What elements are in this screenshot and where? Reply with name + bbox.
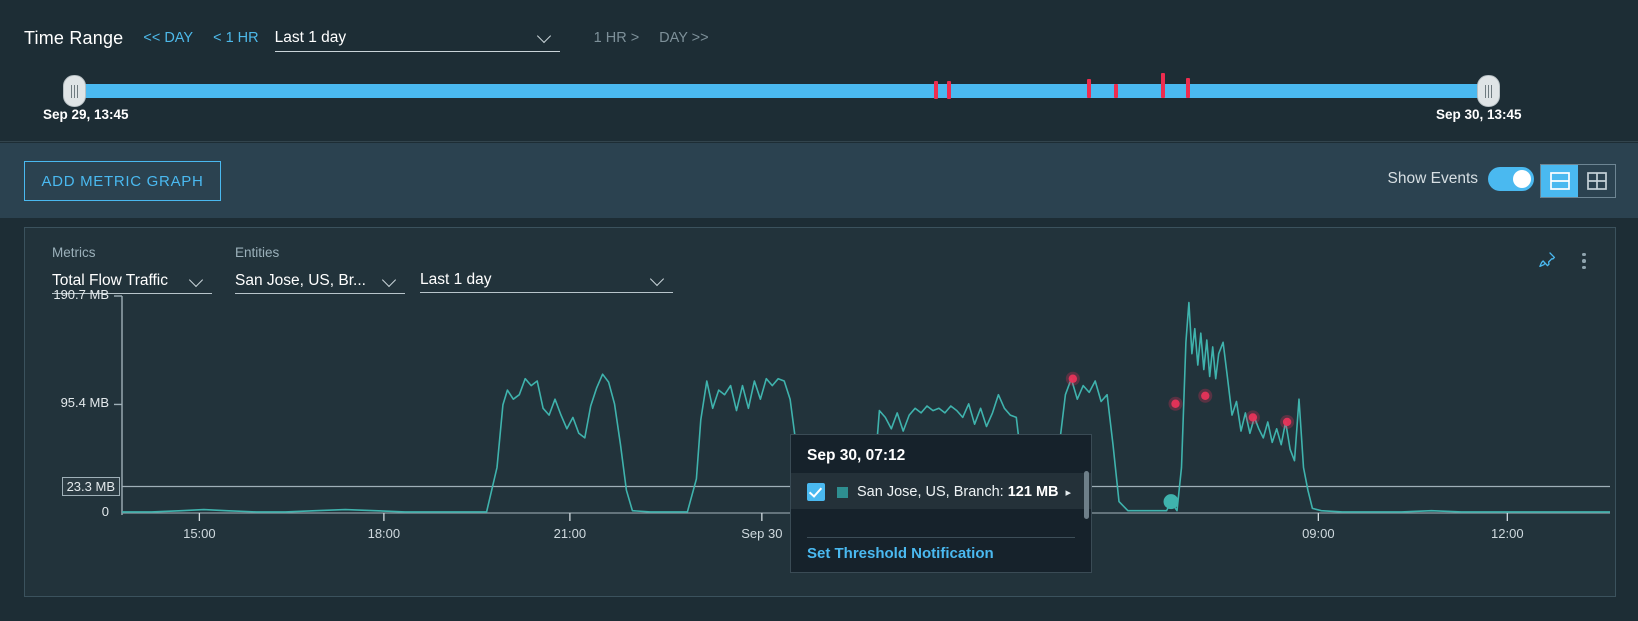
slider-handle-start[interactable]	[63, 75, 86, 107]
show-events-toggle[interactable]	[1488, 167, 1534, 191]
x-axis-label: 18:00	[367, 526, 401, 541]
entities-control: Entities San Jose, US, Br...	[235, 245, 405, 294]
anomaly-point	[1068, 374, 1078, 383]
graph-toolbar: ADD METRIC GRAPH Show Events	[0, 143, 1638, 218]
y-axis-label: 95.4 MB	[60, 395, 109, 411]
anomaly-point	[1248, 413, 1258, 422]
tooltip-series-swatch	[837, 486, 848, 498]
slider-event-marker[interactable]	[1160, 73, 1165, 98]
slider-event-marker[interactable]	[1087, 79, 1092, 98]
prev-hour-button[interactable]: < 1 HR	[213, 30, 259, 46]
time-range-slider[interactable]	[63, 73, 1500, 107]
next-day-button[interactable]: DAY >>	[659, 30, 708, 46]
tooltip-divider	[807, 537, 1075, 538]
tooltip-timestamp: Sep 30, 07:12	[807, 447, 906, 464]
chevron-down-icon	[191, 275, 204, 283]
layout-switcher	[1540, 164, 1616, 198]
chevron-down-icon	[652, 274, 665, 282]
time-range-header: Time Range << DAY < 1 HR Last 1 day 1 HR…	[0, 0, 1638, 142]
y-axis-label: 0	[101, 504, 109, 519]
anomaly-point	[1171, 399, 1180, 408]
prev-day-button[interactable]: << DAY	[143, 30, 193, 46]
entities-label: Entities	[235, 245, 280, 260]
time-range-controls: Time Range << DAY < 1 HR Last 1 day 1 HR…	[24, 24, 709, 52]
time-range-select[interactable]: Last 1 day	[274, 24, 560, 52]
chart-tooltip: Sep 30, 07:12 San Jose, US, Branch: 121 …	[790, 434, 1092, 573]
next-hour-button[interactable]: 1 HR >	[594, 30, 640, 46]
entities-select-value: San Jose, US, Br...	[235, 271, 366, 289]
pin-icon[interactable]	[1537, 250, 1557, 275]
page-bottom-strip	[0, 600, 1638, 621]
expand-caret-icon[interactable]: ▸	[1066, 486, 1072, 499]
slider-event-marker[interactable]	[934, 81, 939, 99]
set-threshold-notification-link[interactable]: Set Threshold Notification	[807, 545, 994, 562]
x-axis-label: 15:00	[183, 526, 216, 541]
tooltip-series-checkbox[interactable]	[807, 483, 825, 501]
slider-event-marker[interactable]	[1114, 84, 1119, 98]
time-range-title: Time Range	[24, 27, 124, 48]
slider-handle-end[interactable]	[1477, 75, 1500, 107]
kebab-menu-icon[interactable]	[1575, 248, 1593, 274]
x-axis-label: Sep 30	[741, 526, 783, 541]
y-axis-label: 190.7 MB	[53, 287, 109, 302]
threshold-value-label: 23.3 MB	[61, 477, 120, 497]
anomaly-point	[1282, 417, 1292, 427]
tooltip-series-value: 121 MB	[1007, 484, 1059, 500]
chevron-down-icon	[539, 31, 552, 39]
slider-track[interactable]	[74, 84, 1489, 98]
show-events-label: Show Events	[1387, 170, 1478, 187]
single-pane-layout-button[interactable]	[1541, 165, 1578, 197]
single-pane-icon	[1549, 172, 1570, 190]
pin-glyph	[1539, 252, 1556, 268]
toggle-knob	[1513, 170, 1531, 188]
metrics-label: Metrics	[52, 245, 96, 260]
add-metric-graph-button[interactable]: ADD METRIC GRAPH	[24, 161, 221, 201]
grid-layout-icon	[1586, 172, 1607, 190]
anomaly-point	[1201, 391, 1210, 400]
slider-event-marker[interactable]	[1186, 78, 1191, 98]
tooltip-separator: :	[999, 484, 1004, 500]
hover-point	[1163, 494, 1179, 510]
x-axis-label: 09:00	[1302, 526, 1335, 541]
slider-end-label: Sep 30, 13:45	[1436, 107, 1522, 122]
x-axis-label: 12:00	[1491, 526, 1524, 541]
grid-layout-button[interactable]	[1578, 165, 1615, 197]
tooltip-scrollbar[interactable]	[1084, 471, 1089, 519]
x-axis-label: 21:00	[553, 526, 587, 541]
time-range-select-value: Last 1 day	[274, 28, 347, 46]
metric-dashboard: Time Range << DAY < 1 HR Last 1 day 1 HR…	[0, 0, 1638, 621]
tooltip-series-name: San Jose, US, Branch	[857, 484, 1000, 500]
graph-range-select-value: Last 1 day	[420, 270, 492, 288]
tooltip-series-text: San Jose, US, Branch: 121 MB	[857, 484, 1059, 500]
tooltip-series-row: San Jose, US, Branch: 121 MB ▸	[791, 473, 1091, 509]
chevron-down-icon	[384, 275, 397, 283]
slider-start-label: Sep 29, 13:45	[43, 107, 129, 122]
slider-event-marker[interactable]	[947, 81, 952, 99]
